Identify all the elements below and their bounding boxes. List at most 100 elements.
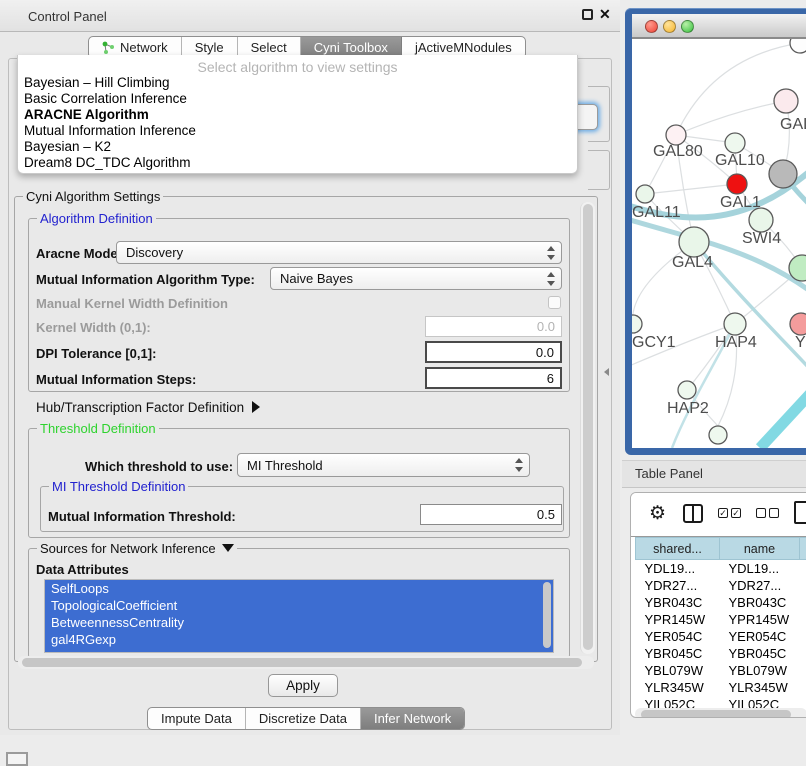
table-toolbar: ⚙ ✓✓ [631, 493, 806, 537]
node-label: Y [795, 334, 806, 351]
node-gcy1[interactable] [632, 315, 642, 333]
column-header[interactable]: A [800, 538, 806, 560]
mi-type-combo[interactable]: Naive Bayes [270, 267, 562, 290]
node-label: GAL10 [715, 152, 765, 169]
mi-threshold-label: Mutual Information Threshold: [48, 509, 236, 524]
spinner-arrows-icon [546, 246, 555, 260]
apply-button[interactable]: Apply [268, 674, 338, 697]
gear-icon[interactable]: ⚙ [649, 502, 666, 525]
tab-discretize-data[interactable]: Discretize Data [246, 708, 361, 729]
spinner-arrows-icon [514, 458, 523, 472]
minimize-traffic-light-icon[interactable] [663, 20, 676, 33]
zoom-traffic-light-icon[interactable] [681, 20, 694, 33]
node-label: HAP2 [667, 400, 709, 417]
algorithm-option[interactable]: Basic Correlation Inference [18, 91, 577, 107]
node-label: GAL1 [720, 194, 761, 211]
aracne-mode-combo[interactable]: Discovery [116, 241, 562, 264]
table-row[interactable]: YBR043CYBR043C [636, 594, 806, 611]
table-row[interactable]: YDL19...YDL19...13 [636, 560, 806, 577]
network-window-titlebar[interactable] [632, 14, 806, 39]
network-canvas[interactable]: GAL GAL80 GAL10 GAL1 GAL11 SWI4 GAL4 GCY… [632, 39, 806, 448]
group-legend: MI Threshold Definition [49, 479, 188, 494]
select-all-checkboxes-icon[interactable]: ✓✓ [718, 508, 741, 518]
node-salmon[interactable] [790, 313, 806, 335]
list-scrollbar[interactable] [543, 582, 551, 648]
node-gal1[interactable] [727, 174, 747, 194]
manual-kernel-checkbox[interactable] [548, 296, 561, 309]
node-gal[interactable] [774, 89, 798, 113]
mi-steps-field[interactable]: 6 [425, 367, 562, 389]
node-label: SWI4 [742, 230, 781, 247]
deselect-all-checkboxes-icon[interactable] [756, 508, 779, 518]
node-gal4[interactable] [679, 227, 709, 257]
table-row[interactable]: YLR345WYLR345W9. [636, 679, 806, 696]
node-label: HAP4 [715, 334, 757, 351]
close-traffic-light-icon[interactable] [645, 20, 658, 33]
group-legend: Threshold Definition [37, 421, 159, 436]
spinner-arrows-icon [546, 272, 555, 286]
node-gal11[interactable] [636, 185, 654, 203]
mi-threshold-field[interactable]: 0.5 [420, 504, 562, 525]
control-panel-title: Control Panel [28, 9, 107, 24]
group-legend: Cyni Algorithm Settings [23, 189, 163, 204]
which-threshold-label: Which threshold to use: [85, 459, 233, 474]
sources-collapser[interactable]: Sources for Network Inference [37, 541, 237, 556]
data-attributes-label: Data Attributes [36, 562, 129, 577]
kernel-width-field[interactable]: 0.0 [425, 316, 562, 337]
table-row[interactable]: YBR045CYBR045C9. [636, 645, 806, 662]
list-item[interactable]: SelfLoops [45, 580, 553, 597]
list-item-partial[interactable] [45, 648, 553, 653]
hub-definition-expander[interactable]: Hub/Transcription Factor Definition [36, 400, 260, 415]
table-row[interactable]: YBL079WYBL079W [636, 662, 806, 679]
table-horizontal-scrollbar[interactable] [635, 708, 806, 718]
algorithm-prompt: Select algorithm to view settings [18, 59, 577, 75]
table-row[interactable]: YPR145WYPR145W9. [636, 611, 806, 628]
dpi-tolerance-label: DPI Tolerance [0,1]: [36, 346, 156, 361]
close-icon[interactable]: ✕ [599, 6, 611, 23]
which-threshold-combo[interactable]: MI Threshold [237, 453, 530, 477]
table-row[interactable]: YDR27...YDR27...12 [636, 577, 806, 594]
table-row[interactable]: YER054CYER054C8. [636, 628, 806, 645]
split-columns-icon[interactable] [683, 504, 703, 523]
node-attribute-table: shared... name A YDL19...YDL19...13 YDR2… [635, 537, 806, 713]
network-tab-icon [102, 41, 115, 54]
node-partial[interactable] [709, 426, 727, 444]
tab-infer-network[interactable]: Infer Network [361, 708, 464, 729]
algorithm-option[interactable]: Bayesian – K2 [18, 139, 577, 155]
algorithm-option[interactable]: Mutual Information Inference [18, 123, 577, 139]
aracne-mode-label: Aracne Mode: [36, 246, 122, 261]
node-label: GAL80 [653, 143, 703, 160]
list-item[interactable]: gal4RGexp [45, 631, 553, 648]
data-attributes-list[interactable]: SelfLoops TopologicalCoefficient Between… [44, 579, 554, 653]
node[interactable] [790, 39, 806, 53]
node-hap4[interactable] [724, 313, 746, 335]
node-swi4[interactable] [749, 208, 773, 232]
algorithm-dropdown-popup: Select algorithm to view settings Bayesi… [17, 55, 578, 174]
corner-widget-icon[interactable] [6, 752, 28, 766]
collapse-down-icon [222, 544, 234, 552]
dpi-tolerance-field[interactable]: 0.0 [425, 341, 562, 363]
node-gray[interactable] [769, 160, 797, 188]
settings-horizontal-scrollbar[interactable] [18, 656, 594, 669]
manual-kernel-label: Manual Kernel Width Definition [36, 296, 228, 311]
algorithm-option-selected[interactable]: ARACNE Algorithm [18, 107, 577, 123]
kernel-width-label: Kernel Width (0,1): [36, 320, 151, 335]
column-header[interactable]: shared... [636, 538, 720, 560]
list-item[interactable]: BetweennessCentrality [45, 614, 553, 631]
node-gal80[interactable] [666, 125, 686, 145]
float-icon[interactable] [582, 9, 593, 20]
column-header[interactable]: name [720, 538, 800, 560]
table-panel: ⚙ ✓✓ shared... name A YDL19...YDL19...13… [630, 492, 806, 718]
control-panel-window: Control Panel ✕ Network Style Select Cyn… [0, 0, 620, 735]
list-item[interactable]: TopologicalCoefficient [45, 597, 553, 614]
node-hap2[interactable] [678, 381, 696, 399]
split-pane-collapse-icon[interactable] [604, 368, 609, 376]
algorithm-option[interactable]: Dream8 DC_TDC Algorithm [18, 155, 577, 171]
expand-right-icon [252, 401, 260, 413]
mi-steps-label: Mutual Information Steps: [36, 372, 196, 387]
node-gal10[interactable] [725, 133, 745, 153]
document-icon[interactable] [794, 501, 806, 524]
tab-impute-data[interactable]: Impute Data [148, 708, 246, 729]
algorithm-option[interactable]: Bayesian – Hill Climbing [18, 75, 577, 91]
settings-vertical-scrollbar[interactable] [580, 202, 595, 654]
